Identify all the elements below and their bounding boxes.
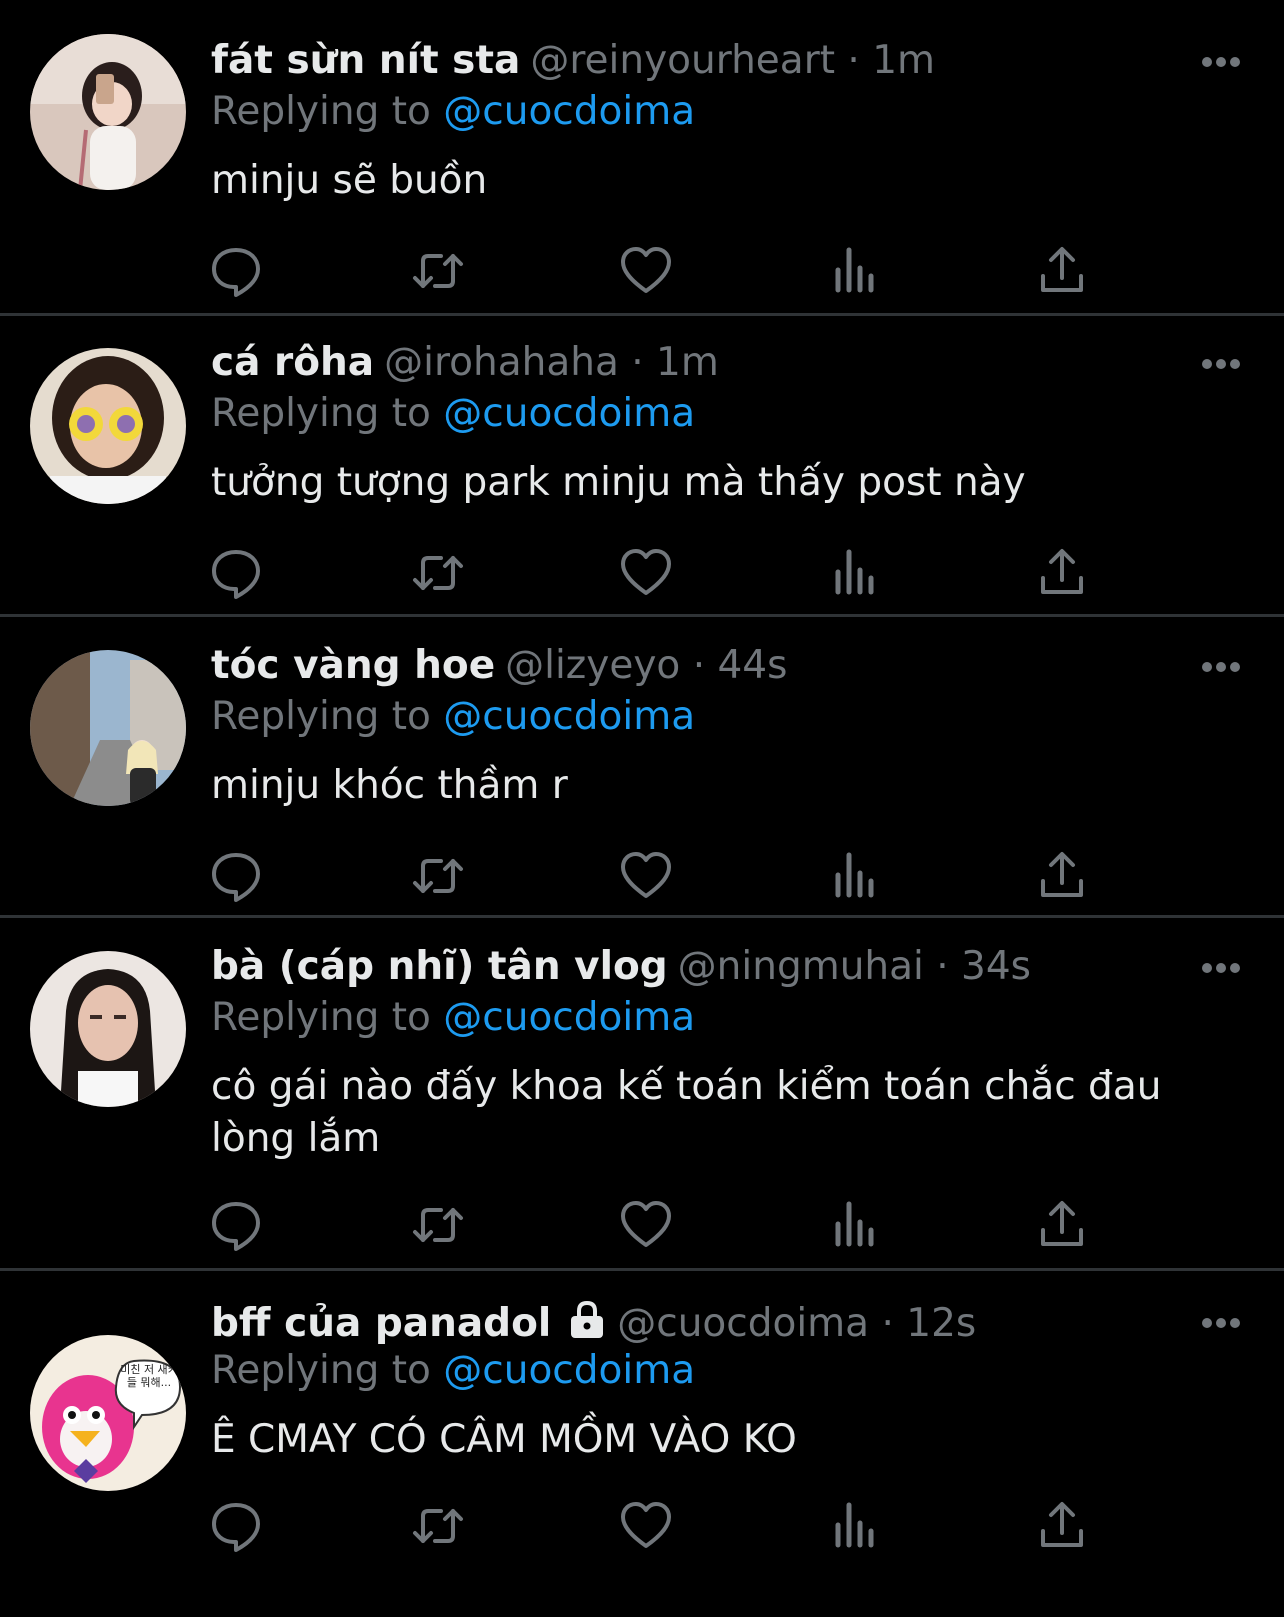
handle-time[interactable]: @irohahaha · 1m — [384, 340, 719, 385]
tweet[interactable]: cá rôha @irohahaha · 1m Replying to @cuoc… — [0, 316, 1284, 614]
display-name[interactable]: fát sừn nít sta — [211, 38, 520, 83]
like-icon[interactable] — [619, 1198, 673, 1252]
like-icon[interactable] — [619, 1499, 673, 1553]
share-icon[interactable] — [1035, 1198, 1089, 1252]
views-icon[interactable] — [827, 244, 881, 298]
mention-link[interactable]: @cuocdoima — [443, 995, 695, 1040]
views-icon[interactable] — [827, 546, 881, 600]
retweet-icon[interactable] — [411, 1499, 465, 1553]
mention-link[interactable]: @cuocdoima — [443, 1348, 695, 1393]
tweet[interactable]: 미친 저 새키들 뭐해... bff của panadol @cuocdoima… — [0, 1271, 1284, 1617]
views-icon[interactable] — [827, 1198, 881, 1252]
handle-time[interactable]: @ningmuhai · 34s — [678, 944, 1031, 989]
replying-to-label: Replying to — [211, 1348, 431, 1393]
handle-time[interactable]: @reinyourheart · 1m — [530, 38, 935, 83]
tweet[interactable]: tóc vàng hoe @lizyeyo · 44s Replying to @… — [0, 617, 1284, 915]
replying-to: Replying to @cuocdoima — [211, 390, 695, 438]
mention-link[interactable]: @cuocdoima — [443, 694, 695, 739]
replying-to-label: Replying to — [211, 995, 431, 1040]
replying-to: Replying to @cuocdoima — [211, 1347, 695, 1395]
mention-link[interactable]: @cuocdoima — [443, 89, 695, 134]
tweet-header: bà (cáp nhĩ) tân vlog @ningmuhai · 34s — [211, 943, 1031, 991]
avatar[interactable] — [30, 951, 186, 1107]
reply-icon[interactable] — [209, 244, 263, 298]
tweet-text: minju sẽ buồn — [211, 158, 488, 203]
share-icon[interactable] — [1035, 849, 1089, 903]
reply-icon[interactable] — [209, 546, 263, 600]
tweet-header: cá rôha @irohahaha · 1m — [211, 339, 719, 387]
tweet-text: Ê CMAY CÓ CÂM MỒM VÀO KO — [211, 1417, 797, 1462]
share-icon[interactable] — [1035, 244, 1089, 298]
tweet-header: tóc vàng hoe @lizyeyo · 44s — [211, 642, 787, 690]
reply-icon[interactable] — [209, 849, 263, 903]
replying-to-label: Replying to — [211, 89, 431, 134]
more-icon[interactable] — [1200, 961, 1242, 975]
share-icon[interactable] — [1035, 1499, 1089, 1553]
retweet-icon[interactable] — [411, 244, 465, 298]
display-name[interactable]: bà (cáp nhĩ) tân vlog — [211, 944, 668, 989]
views-icon[interactable] — [827, 1499, 881, 1553]
replying-to: Replying to @cuocdoima — [211, 88, 695, 136]
tweet-text: minju khóc thầm r — [211, 763, 568, 808]
more-icon[interactable] — [1200, 55, 1242, 69]
like-icon[interactable] — [619, 244, 673, 298]
replying-to-label: Replying to — [211, 694, 431, 739]
avatar[interactable]: 미친 저 새키들 뭐해... — [30, 1335, 186, 1491]
tweet[interactable]: bà (cáp nhĩ) tân vlog @ningmuhai · 34s Re… — [0, 918, 1284, 1268]
views-icon[interactable] — [827, 849, 881, 903]
avatar[interactable] — [30, 34, 186, 190]
like-icon[interactable] — [619, 546, 673, 600]
share-icon[interactable] — [1035, 546, 1089, 600]
replying-to: Replying to @cuocdoima — [211, 693, 695, 741]
like-icon[interactable] — [619, 849, 673, 903]
retweet-icon[interactable] — [411, 1198, 465, 1252]
avatar-caption: 미친 저 새키들 뭐해... — [120, 1363, 178, 1389]
reply-icon[interactable] — [209, 1499, 263, 1553]
avatar[interactable] — [30, 348, 186, 504]
more-icon[interactable] — [1200, 357, 1242, 371]
retweet-icon[interactable] — [411, 546, 465, 600]
tweet-text: cô gái nào đấy khoa kế toán kiểm toán ch… — [211, 1064, 1162, 1161]
tweet-header: bff của panadol @cuocdoima · 12s — [211, 1300, 976, 1348]
replying-to: Replying to @cuocdoima — [211, 994, 695, 1042]
lock-icon — [571, 1300, 604, 1338]
display-name[interactable]: bff của panadol — [211, 1301, 551, 1346]
reply-icon[interactable] — [209, 1198, 263, 1252]
mention-link[interactable]: @cuocdoima — [443, 391, 695, 436]
avatar[interactable] — [30, 650, 186, 806]
more-icon[interactable] — [1200, 660, 1242, 674]
tweet-text: tưởng tượng park minju mà thấy post này — [211, 460, 1026, 505]
replying-to-label: Replying to — [211, 391, 431, 436]
display-name[interactable]: cá rôha — [211, 340, 374, 385]
retweet-icon[interactable] — [411, 849, 465, 903]
tweet-header: fát sừn nít sta @reinyourheart · 1m — [211, 37, 935, 85]
tweet[interactable]: fát sừn nít sta @reinyourheart · 1m Reply… — [0, 0, 1284, 313]
display-name[interactable]: tóc vàng hoe — [211, 643, 495, 688]
handle-time[interactable]: @lizyeyo · 44s — [505, 643, 787, 688]
more-icon[interactable] — [1200, 1316, 1242, 1330]
handle-time[interactable]: @cuocdoima · 12s — [617, 1301, 976, 1346]
